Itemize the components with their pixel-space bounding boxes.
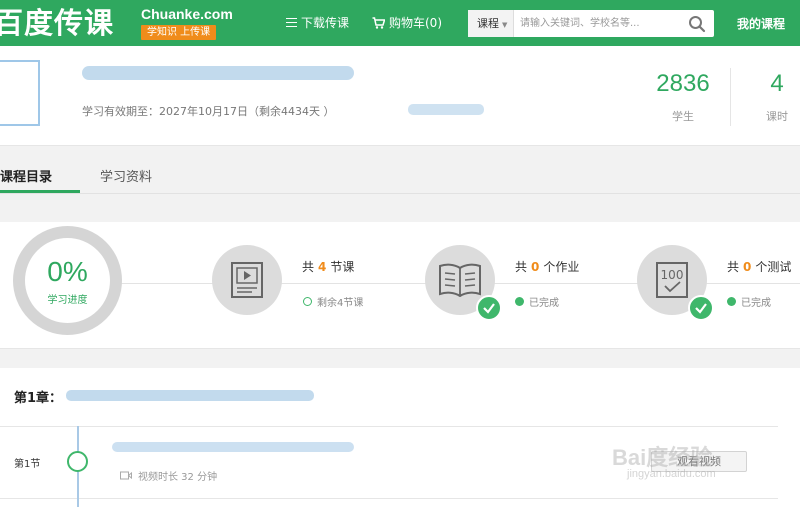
hours-count: 4 <box>770 70 784 97</box>
svg-text:100: 100 <box>661 268 684 282</box>
tests-total: 共 0 个测试 <box>727 258 791 275</box>
search-input[interactable] <box>520 10 675 37</box>
search-icon[interactable] <box>688 15 706 33</box>
search-category-select[interactable]: 课程 ▼ <box>468 10 514 37</box>
tests-status: 已完成 <box>727 294 771 309</box>
top-header: 百度传课 Chuanke.com 学知识 上传课 下载传课 购物车(0) 课程 ▼… <box>0 0 800 46</box>
watermark-url: jingyan.baidu.com <box>627 468 716 480</box>
video-duration: 视频时长 32 分钟 <box>120 468 217 483</box>
homework-prefix: 共 <box>515 260 528 274</box>
logo-domain: Chuanke.com <box>141 6 233 22</box>
test-paper-icon: 100 <box>656 262 688 298</box>
menu-icon <box>286 18 297 27</box>
tab-study-materials[interactable]: 学习资料 <box>100 166 152 185</box>
course-thumbnail[interactable] <box>0 60 40 126</box>
search-box: 课程 ▼ <box>468 10 714 37</box>
lessons-status-text: 剩余4节课 <box>317 298 364 309</box>
chapter-title-redacted <box>66 390 314 401</box>
tests-count: 0 <box>743 260 752 274</box>
video-camera-icon <box>120 471 132 480</box>
progress-percent: 0% <box>47 256 88 287</box>
lessons-count: 4 <box>318 260 327 274</box>
redacted-info <box>408 104 484 115</box>
tab-bar: 课程目录 学习资料 <box>0 156 800 194</box>
lessons-prefix: 共 <box>302 260 315 274</box>
search-category-label: 课程 <box>477 17 499 30</box>
tab-course-catalog[interactable]: 课程目录 <box>0 166 52 185</box>
progress-label: 学习进度 <box>47 295 88 306</box>
status-dot-icon <box>303 297 312 306</box>
students-count: 2836 <box>656 70 710 97</box>
chevron-down-icon: ▼ <box>502 21 508 29</box>
lessons-suffix: 节课 <box>330 260 355 274</box>
homework-check-badge <box>476 295 502 321</box>
validity-text: 学习有效期至：2027年10月17日（剩余4434天 ） <box>82 105 335 118</box>
hours-stat: 4 课时 <box>762 70 792 124</box>
stat-divider <box>730 68 731 126</box>
row-divider <box>0 498 778 499</box>
chapter-panel <box>0 368 800 507</box>
nav-download-app[interactable]: 下载传课 <box>286 14 349 31</box>
active-tab-indicator <box>0 190 80 193</box>
course-title-redacted <box>82 66 354 80</box>
video-lesson-icon <box>231 262 263 298</box>
hours-label: 课时 <box>766 110 788 123</box>
status-dot-icon <box>515 297 524 306</box>
homework-count: 0 <box>531 260 540 274</box>
homework-status-text: 已完成 <box>529 298 559 309</box>
tests-status-text: 已完成 <box>741 298 771 309</box>
cart-icon <box>372 16 385 29</box>
section-gap <box>0 348 800 368</box>
timeline-node <box>67 451 88 472</box>
status-dot-icon <box>727 297 736 306</box>
logo-slogan: 学知识 上传课 <box>141 25 217 40</box>
section-number: 第1节 <box>14 459 41 470</box>
homework-total: 共 0 个作业 <box>515 258 579 275</box>
tests-suffix: 个测试 <box>755 260 792 274</box>
tests-prefix: 共 <box>727 260 740 274</box>
homework-status: 已完成 <box>515 294 559 309</box>
lesson-title-redacted[interactable] <box>112 442 354 452</box>
row-divider <box>0 426 778 427</box>
lessons-total: 共 4 节课 <box>302 258 354 275</box>
check-icon <box>695 303 707 314</box>
nav-shopping-cart[interactable]: 购物车(0) <box>372 14 442 31</box>
book-icon <box>439 263 481 297</box>
chapter-title: 第1章： <box>14 391 63 406</box>
video-duration-text: 视频时长 32 分钟 <box>138 472 218 483</box>
nav-cart-label: 购物车(0) <box>389 16 442 30</box>
test-check-badge <box>688 295 714 321</box>
my-courses-link[interactable]: 我的课程 <box>737 15 785 32</box>
nav-download-label: 下载传课 <box>301 16 350 30</box>
lesson-circle <box>212 245 282 315</box>
lessons-status: 剩余4节课 <box>303 294 363 309</box>
students-label: 学生 <box>672 110 694 123</box>
check-icon <box>483 303 495 314</box>
logo[interactable]: 百度传课 <box>0 4 114 42</box>
homework-suffix: 个作业 <box>543 260 580 274</box>
students-stat: 2836 学生 <box>650 70 716 124</box>
